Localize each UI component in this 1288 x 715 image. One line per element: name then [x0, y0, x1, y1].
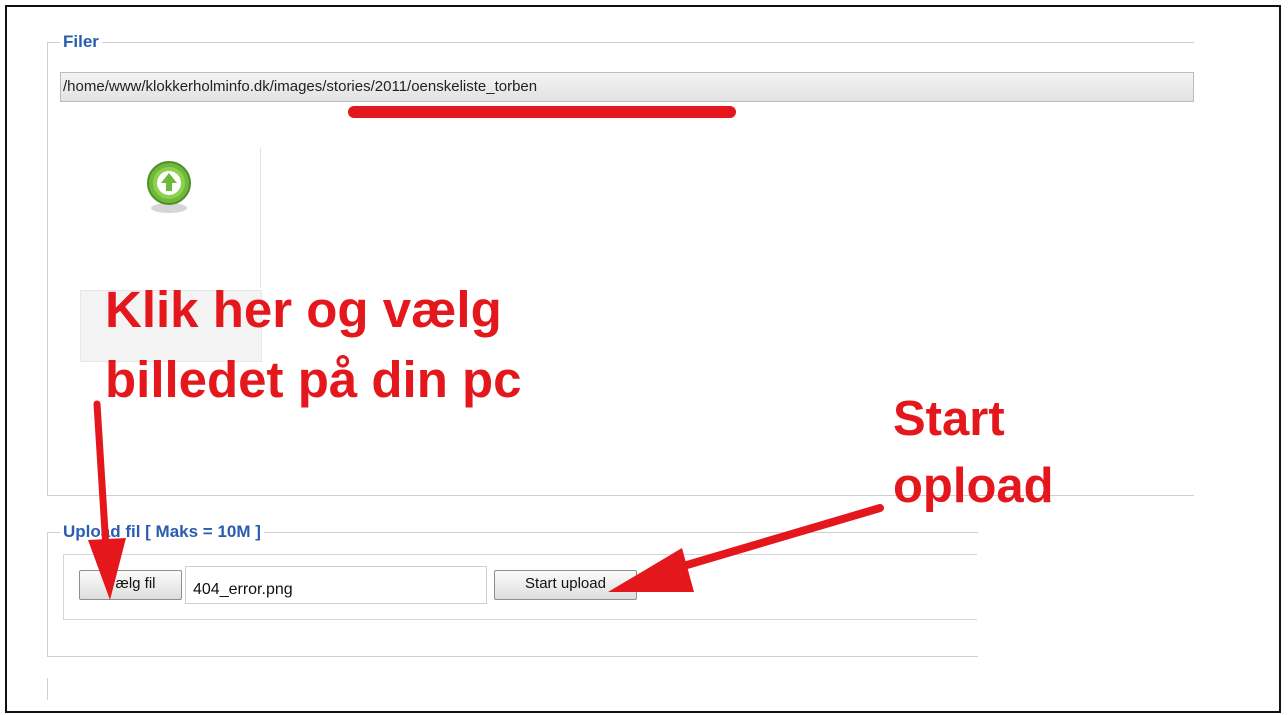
arrow-to-start-upload — [666, 504, 884, 574]
arrow-head-start — [608, 548, 694, 592]
arrow-to-choose-file — [93, 400, 110, 552]
arrow-head-choose — [88, 538, 126, 600]
annotation-arrows — [88, 400, 884, 600]
